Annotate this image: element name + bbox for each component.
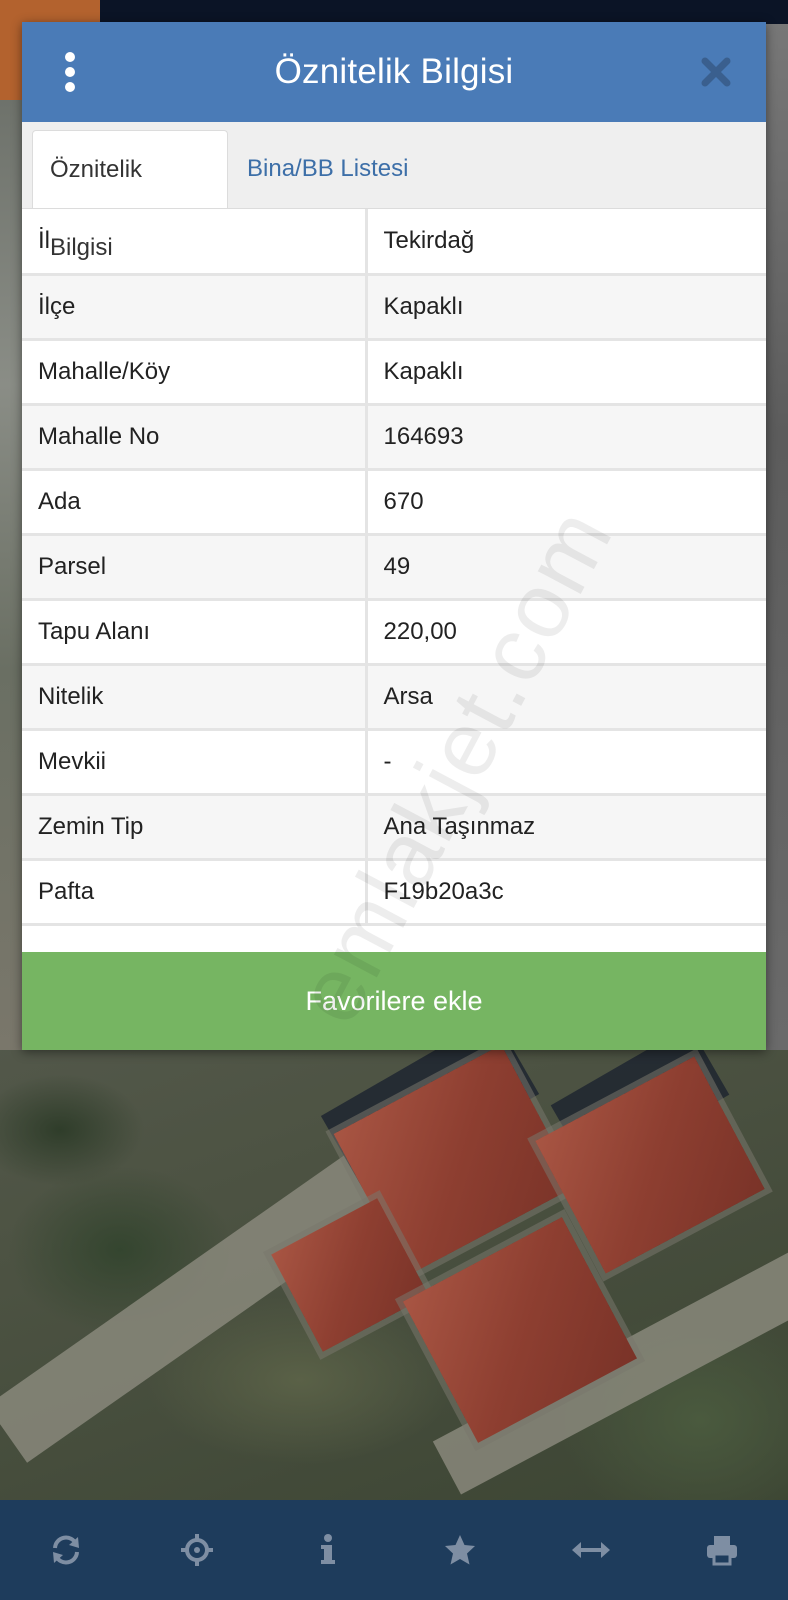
- attribute-key: Pafta: [22, 859, 368, 926]
- attribute-table: İl Tekirdağ İlçe Kapaklı Mahalle/Köy Kapakl…: [22, 209, 766, 926]
- locate-icon[interactable]: [167, 1520, 227, 1580]
- table-row: Pafta F19b20a3c: [22, 859, 766, 926]
- attribute-value: Kapaklı: [366, 339, 766, 406]
- map-tile: [766, 24, 788, 1050]
- attribute-value: F19b20a3c: [366, 859, 766, 926]
- table-row: Tapu Alanı 220,00: [22, 599, 766, 666]
- attribute-dialog: Öznitelik Bilgisi Öznitelik Bilgisi Bina…: [22, 22, 766, 1050]
- table-row: Zemin Tip Ana Taşınmaz: [22, 794, 766, 861]
- info-icon[interactable]: [298, 1520, 358, 1580]
- table-row: Mahalle/Köy Kapaklı: [22, 339, 766, 406]
- attribute-key: Nitelik: [22, 664, 368, 731]
- attribute-value: 49: [366, 534, 766, 601]
- table-row: Mevkii -: [22, 729, 766, 796]
- dialog-title: Öznitelik Bilgisi: [274, 52, 514, 91]
- table-row: Mahalle No 164693: [22, 404, 766, 471]
- bottom-toolbar: [0, 1500, 788, 1600]
- tab-attribute-info[interactable]: Öznitelik Bilgisi: [32, 130, 228, 261]
- print-icon[interactable]: [692, 1520, 752, 1580]
- attribute-value: 220,00: [366, 599, 766, 666]
- tab-building-list[interactable]: Bina/BB Listesi: [230, 130, 425, 208]
- attribute-value: Kapaklı: [366, 274, 766, 341]
- table-row: İlçe Kapaklı: [22, 274, 766, 341]
- table-row: Ada 670: [22, 469, 766, 536]
- measure-icon[interactable]: [561, 1520, 621, 1580]
- add-favorite-button[interactable]: Favorilere ekle: [22, 952, 766, 1050]
- attribute-key: Mahalle No: [22, 404, 368, 471]
- map-tile: [0, 100, 24, 1050]
- attribute-value: Arsa: [366, 664, 766, 731]
- close-icon[interactable]: [692, 48, 740, 96]
- map-tile: [100, 0, 788, 24]
- refresh-icon[interactable]: [36, 1520, 96, 1580]
- attribute-value: Tekirdağ: [366, 209, 766, 276]
- table-row: İl Tekirdağ: [22, 209, 766, 276]
- table-row: Nitelik Arsa: [22, 664, 766, 731]
- attribute-key: Zemin Tip: [22, 794, 368, 861]
- attribute-value: 164693: [366, 404, 766, 471]
- table-row: Parsel 49: [22, 534, 766, 601]
- attribute-value: -: [366, 729, 766, 796]
- attribute-value: Ana Taşınmaz: [366, 794, 766, 861]
- star-icon[interactable]: [430, 1520, 490, 1580]
- attribute-key: Tapu Alanı: [22, 599, 368, 666]
- dialog-header: Öznitelik Bilgisi: [22, 22, 766, 122]
- attribute-value: 670: [366, 469, 766, 536]
- tab-bar: Öznitelik Bilgisi Bina/BB Listesi: [22, 122, 766, 261]
- attribute-key: Ada: [22, 469, 368, 536]
- attribute-key: Mevkii: [22, 729, 368, 796]
- attribute-key: Mahalle/Köy: [22, 339, 368, 406]
- attribute-key: Parsel: [22, 534, 368, 601]
- vertical-dots-icon[interactable]: [60, 52, 80, 92]
